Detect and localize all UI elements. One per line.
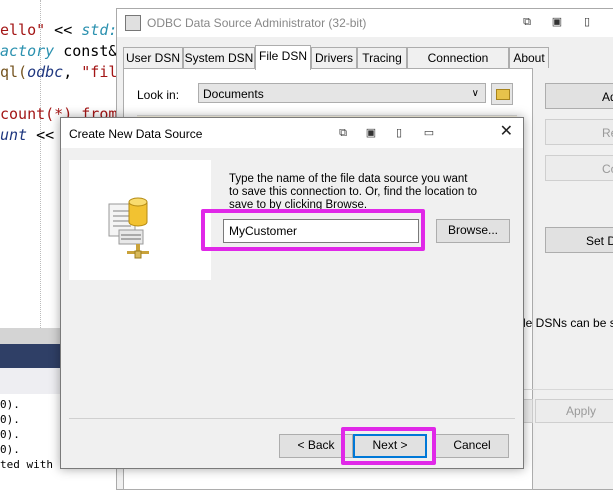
cancel-button[interactable]: Cancel (435, 434, 509, 458)
code-line: unt << (0, 126, 54, 144)
window-app-icon (125, 15, 141, 31)
tab-about[interactable]: About (509, 47, 549, 68)
odbc-title-bar[interactable]: ODBC Data Source Administrator (32-bit) … (117, 9, 613, 37)
snap-icon[interactable]: ⧉ (337, 127, 349, 139)
tab-tracing[interactable]: Tracing (357, 47, 407, 68)
odbc-window-title: ODBC Data Source Administrator (32-bit) (147, 16, 367, 30)
code-token: , (63, 63, 82, 81)
wizard-title: Create New Data Source (69, 127, 203, 141)
folder-up-button[interactable] (491, 83, 513, 105)
close-icon[interactable]: ✕ (500, 123, 513, 141)
chevron-down-icon: ∨ (471, 88, 479, 99)
tab-file-dsn[interactable]: File DSN (255, 45, 311, 70)
file-dsn-info-text: le DSNs can be sh (523, 316, 613, 330)
code-token: const& (54, 42, 118, 60)
configure-button[interactable]: Configure (545, 155, 613, 181)
name-input-highlight (201, 209, 425, 251)
set-directory-button[interactable]: Set Directory (545, 227, 613, 253)
tab-drivers[interactable]: Drivers (311, 47, 357, 68)
tab-system-dsn[interactable]: System DSN (183, 47, 255, 68)
code-line: actory const& (0, 42, 117, 60)
wizard-page: Type the name of the file data source yo… (69, 158, 515, 416)
restore-icon[interactable]: ▯ (581, 16, 593, 28)
maximize-icon[interactable]: ▣ (365, 127, 377, 139)
look-in-value: Documents (203, 87, 264, 101)
wizard-art-panel (69, 160, 211, 280)
output-line: ted with c (0, 458, 67, 471)
output-line: 0). (0, 428, 20, 441)
code-token: actory (0, 42, 55, 60)
code-token: ello" (0, 21, 46, 39)
add-button[interactable]: Add (545, 83, 613, 109)
output-panel-header (0, 344, 62, 368)
wizard-button-divider (69, 418, 515, 419)
look-in-dropdown[interactable]: Documents ∨ (198, 83, 486, 103)
code-line: ql(odbc, "fil (0, 63, 117, 81)
code-token: ql( (0, 63, 28, 81)
code-token: << (45, 21, 82, 39)
output-line: 0). (0, 443, 20, 456)
look-in-label: Look in: (137, 88, 180, 102)
code-token: unt (0, 126, 28, 144)
snap-icon[interactable]: ⧉ (521, 16, 533, 28)
folder-up-icon (496, 89, 510, 100)
output-panel-strip (0, 368, 62, 394)
wizard-title-bar[interactable]: Create New Data Source ⧉ ▣ ▯ ▭ ✕ (61, 118, 523, 148)
code-line: ello" << std: (0, 21, 117, 39)
create-new-data-source-dialog: Create New Data Source ⧉ ▣ ▯ ▭ ✕ Type th… (60, 117, 524, 469)
browse-button[interactable]: Browse... (436, 219, 510, 243)
output-toolbar (0, 328, 62, 344)
restore-icon[interactable]: ▯ (393, 127, 405, 139)
minimize-icon[interactable]: ▭ (423, 127, 435, 139)
code-token: std: (81, 21, 118, 39)
code-token: << (27, 126, 55, 144)
remove-button[interactable]: Remove (545, 119, 613, 145)
next-button-highlight (341, 427, 436, 465)
maximize-icon[interactable]: ▣ (551, 16, 563, 28)
apply-button[interactable]: Apply (535, 399, 613, 423)
database-wizard-icon (108, 197, 149, 259)
wizard-instructions: Type the name of the file data source yo… (229, 173, 478, 211)
tab-user-dsn[interactable]: User DSN (123, 47, 183, 68)
tab-connection-pooling[interactable]: Connection Pooling (407, 47, 509, 85)
code-token: odbc (27, 63, 64, 81)
code-token: "fil (81, 63, 118, 81)
output-line: 0). (0, 398, 20, 411)
output-line: 0). (0, 413, 20, 426)
